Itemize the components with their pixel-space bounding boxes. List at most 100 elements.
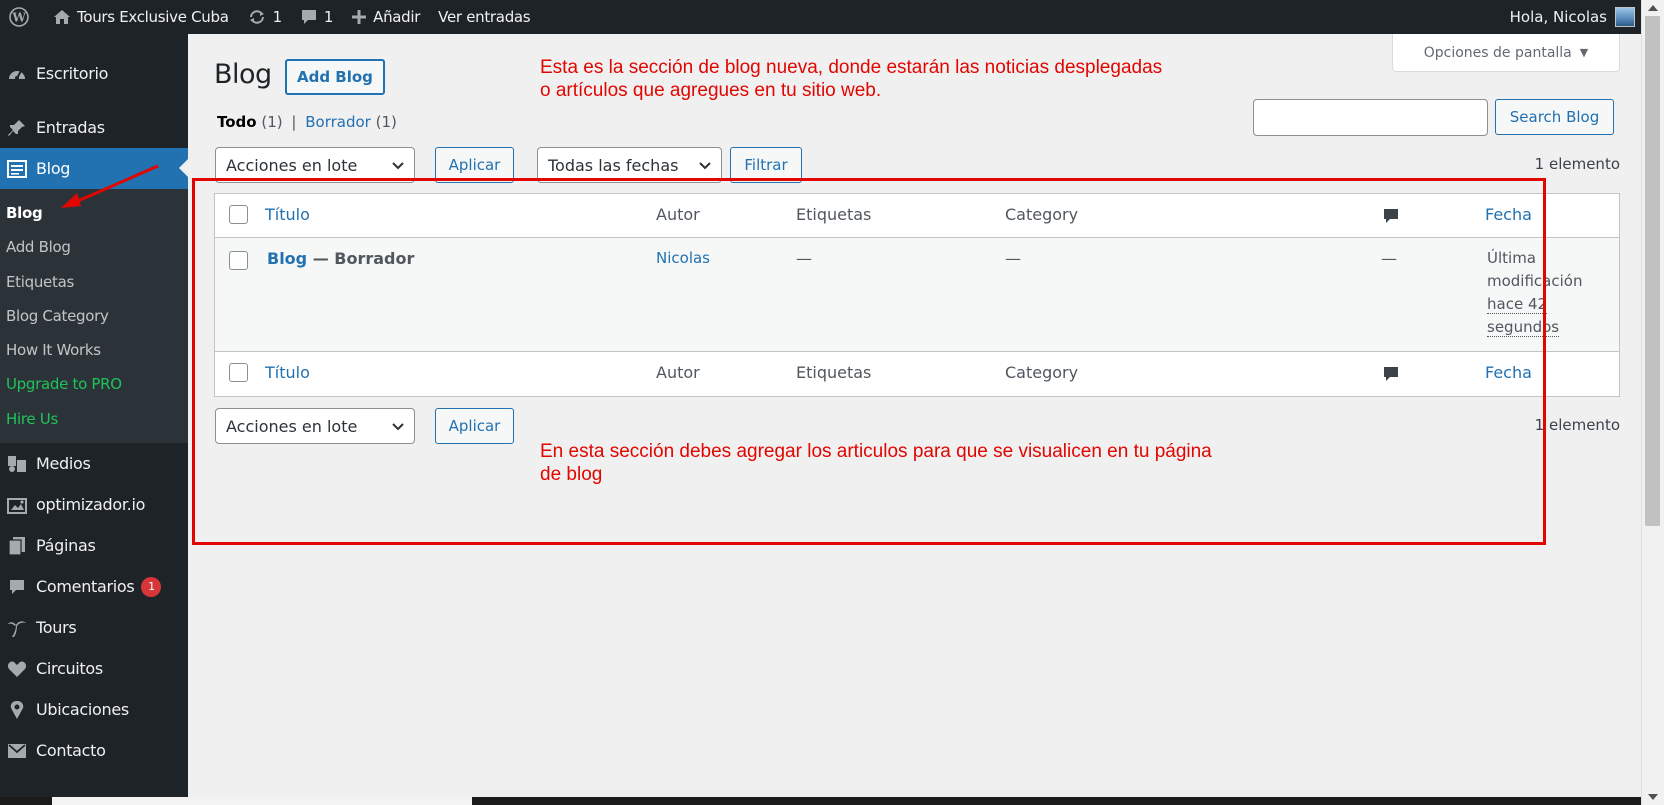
view-posts-label: Ver entradas xyxy=(438,8,531,26)
submenu-item-add-blog[interactable]: Add Blog xyxy=(0,230,188,264)
sidebar-item-label: Medios xyxy=(36,454,91,474)
annotation-line: o artículos que agregues en tu sitio web… xyxy=(540,80,882,101)
sidebar-item-label: Contacto xyxy=(36,741,106,761)
filter-draft[interactable]: Borrador xyxy=(305,113,371,131)
row-date-line: modificación xyxy=(1487,272,1583,290)
items-count: 1 elemento xyxy=(1534,155,1620,173)
column-date[interactable]: Fecha xyxy=(1485,205,1532,224)
search-blog-button[interactable]: Search Blog xyxy=(1495,99,1614,135)
sidebar-item-ubicaciones[interactable]: Ubicaciones xyxy=(0,689,188,730)
site-name-link[interactable]: Tours Exclusive Cuba xyxy=(44,0,238,34)
bulk-actions-value: Acciones en lote xyxy=(226,155,358,175)
status-filters: Todo (1) | Borrador (1) xyxy=(217,113,397,131)
comments-badge: 1 xyxy=(141,576,162,597)
row-checkbox[interactable] xyxy=(229,251,248,270)
wordpress-logo-icon[interactable]: W xyxy=(0,0,44,34)
chevron-down-icon xyxy=(392,423,404,431)
select-all-checkbox[interactable] xyxy=(229,205,248,224)
vertical-scrollbar[interactable] xyxy=(1641,0,1664,805)
apply-button-bottom[interactable]: Aplicar xyxy=(435,408,514,444)
table-row: Blog — Borrador Nicolas — — — Última mod… xyxy=(215,238,1619,352)
submenu-item-etiquetas[interactable]: Etiquetas xyxy=(0,265,188,299)
bottom-strip xyxy=(0,797,1641,805)
row-category: — xyxy=(1005,249,1021,268)
home-icon xyxy=(54,10,70,24)
add-blog-button[interactable]: Add Blog xyxy=(285,59,385,95)
admin-bar: W Tours Exclusive Cuba 1 1 Añadir Ver en… xyxy=(0,0,1641,34)
annotation-line: Esta es la sección de blog nueva, donde … xyxy=(540,57,1163,78)
blog-icon xyxy=(4,159,30,179)
site-name: Tours Exclusive Cuba xyxy=(77,8,229,26)
screen-options-button[interactable]: Opciones de pantalla ▼ xyxy=(1392,34,1620,72)
column-author-footer: Autor xyxy=(656,363,700,382)
row-author[interactable]: Nicolas xyxy=(656,249,710,267)
greeting: Hola, Nicolas xyxy=(1509,8,1607,26)
view-posts-link[interactable]: Ver entradas xyxy=(429,0,539,34)
submenu-item-hire-us[interactable]: Hire Us xyxy=(0,402,188,436)
sidebar-item-contacto[interactable]: Contacto xyxy=(0,730,188,771)
admin-sidebar: Escritorio Entradas Blog Blog Add Blog E… xyxy=(0,34,188,805)
column-title[interactable]: Título xyxy=(265,205,310,224)
sidebar-item-label: Tours xyxy=(36,618,77,638)
bulk-actions-value: Acciones en lote xyxy=(226,416,358,436)
chevron-down-icon xyxy=(699,162,711,170)
search-input[interactable] xyxy=(1253,99,1488,136)
submenu-item-blog-category[interactable]: Blog Category xyxy=(0,299,188,333)
palm-icon xyxy=(4,618,30,638)
apply-button[interactable]: Aplicar xyxy=(435,147,514,183)
table-header: Título Autor Etiquetas Category Fecha xyxy=(215,194,1619,238)
comments-link[interactable]: 1 xyxy=(291,0,342,34)
heart-icon xyxy=(4,659,30,679)
refresh-icon xyxy=(249,10,264,24)
row-title: Blog — Borrador xyxy=(267,249,414,268)
submenu-item-upgrade[interactable]: Upgrade to PRO xyxy=(0,367,188,401)
chevron-down-icon xyxy=(392,162,404,170)
sidebar-item-optimizador[interactable]: optimizador.io xyxy=(0,484,188,525)
column-category-footer: Category xyxy=(1005,363,1079,382)
filter-all-count: (1) xyxy=(261,113,283,131)
annotation-bottom: En esta sección debes agregar los articu… xyxy=(540,440,1212,486)
filter-separator: | xyxy=(291,113,297,131)
comment-column-icon xyxy=(1382,365,1400,387)
sidebar-item-paginas[interactable]: Páginas xyxy=(0,525,188,566)
scroll-down-arrow-icon[interactable] xyxy=(1648,794,1658,800)
submenu-item-how-it-works[interactable]: How It Works xyxy=(0,333,188,367)
row-date-line: segundos xyxy=(1487,318,1560,337)
filter-all[interactable]: Todo xyxy=(217,113,257,131)
row-date-line: Última xyxy=(1487,249,1536,267)
svg-text:W: W xyxy=(11,11,26,25)
sidebar-item-label: Escritorio xyxy=(36,64,109,83)
sidebar-item-entradas[interactable]: Entradas xyxy=(0,107,188,148)
column-title-footer[interactable]: Título xyxy=(265,363,310,382)
filter-button[interactable]: Filtrar xyxy=(730,147,802,183)
sidebar-item-comentarios[interactable]: Comentarios 1 xyxy=(0,566,188,607)
dashboard-icon xyxy=(4,64,30,84)
updates-count: 1 xyxy=(272,8,283,26)
row-title-link[interactable]: Blog xyxy=(267,249,307,268)
sidebar-item-medios[interactable]: Medios xyxy=(0,443,188,484)
sidebar-item-tours[interactable]: Tours xyxy=(0,607,188,648)
bulk-actions-select[interactable]: Acciones en lote xyxy=(215,147,415,183)
scrollbar-thumb[interactable] xyxy=(1645,16,1660,526)
date-filter-select[interactable]: Todas las fechas xyxy=(537,147,722,183)
add-new-link[interactable]: Añadir xyxy=(342,0,429,34)
caret-down-icon: ▼ xyxy=(1579,46,1589,59)
row-date: Última modificación hace 42 segundos xyxy=(1487,247,1597,339)
bulk-actions-select-bottom[interactable]: Acciones en lote xyxy=(215,408,415,444)
bottom-strip-segment xyxy=(52,797,472,805)
select-all-checkbox-footer[interactable] xyxy=(229,363,248,382)
sidebar-item-escritorio[interactable]: Escritorio xyxy=(0,53,188,94)
account-menu[interactable]: Hola, Nicolas xyxy=(1510,0,1641,34)
column-date-footer[interactable]: Fecha xyxy=(1485,363,1532,382)
filter-draft-count: (1) xyxy=(375,113,397,131)
annotation-top: Esta es la sección de blog nueva, donde … xyxy=(540,56,1162,102)
updates-link[interactable]: 1 xyxy=(238,0,291,34)
mail-icon xyxy=(4,741,30,761)
location-icon xyxy=(4,700,30,720)
comment-column-icon xyxy=(1382,207,1400,229)
scroll-up-arrow-icon[interactable] xyxy=(1648,5,1658,11)
sidebar-item-label: Páginas xyxy=(36,536,96,556)
page-title: Blog xyxy=(214,59,272,90)
sidebar-item-circuitos[interactable]: Circuitos xyxy=(0,648,188,689)
items-count-bottom: 1 elemento xyxy=(1534,416,1620,434)
